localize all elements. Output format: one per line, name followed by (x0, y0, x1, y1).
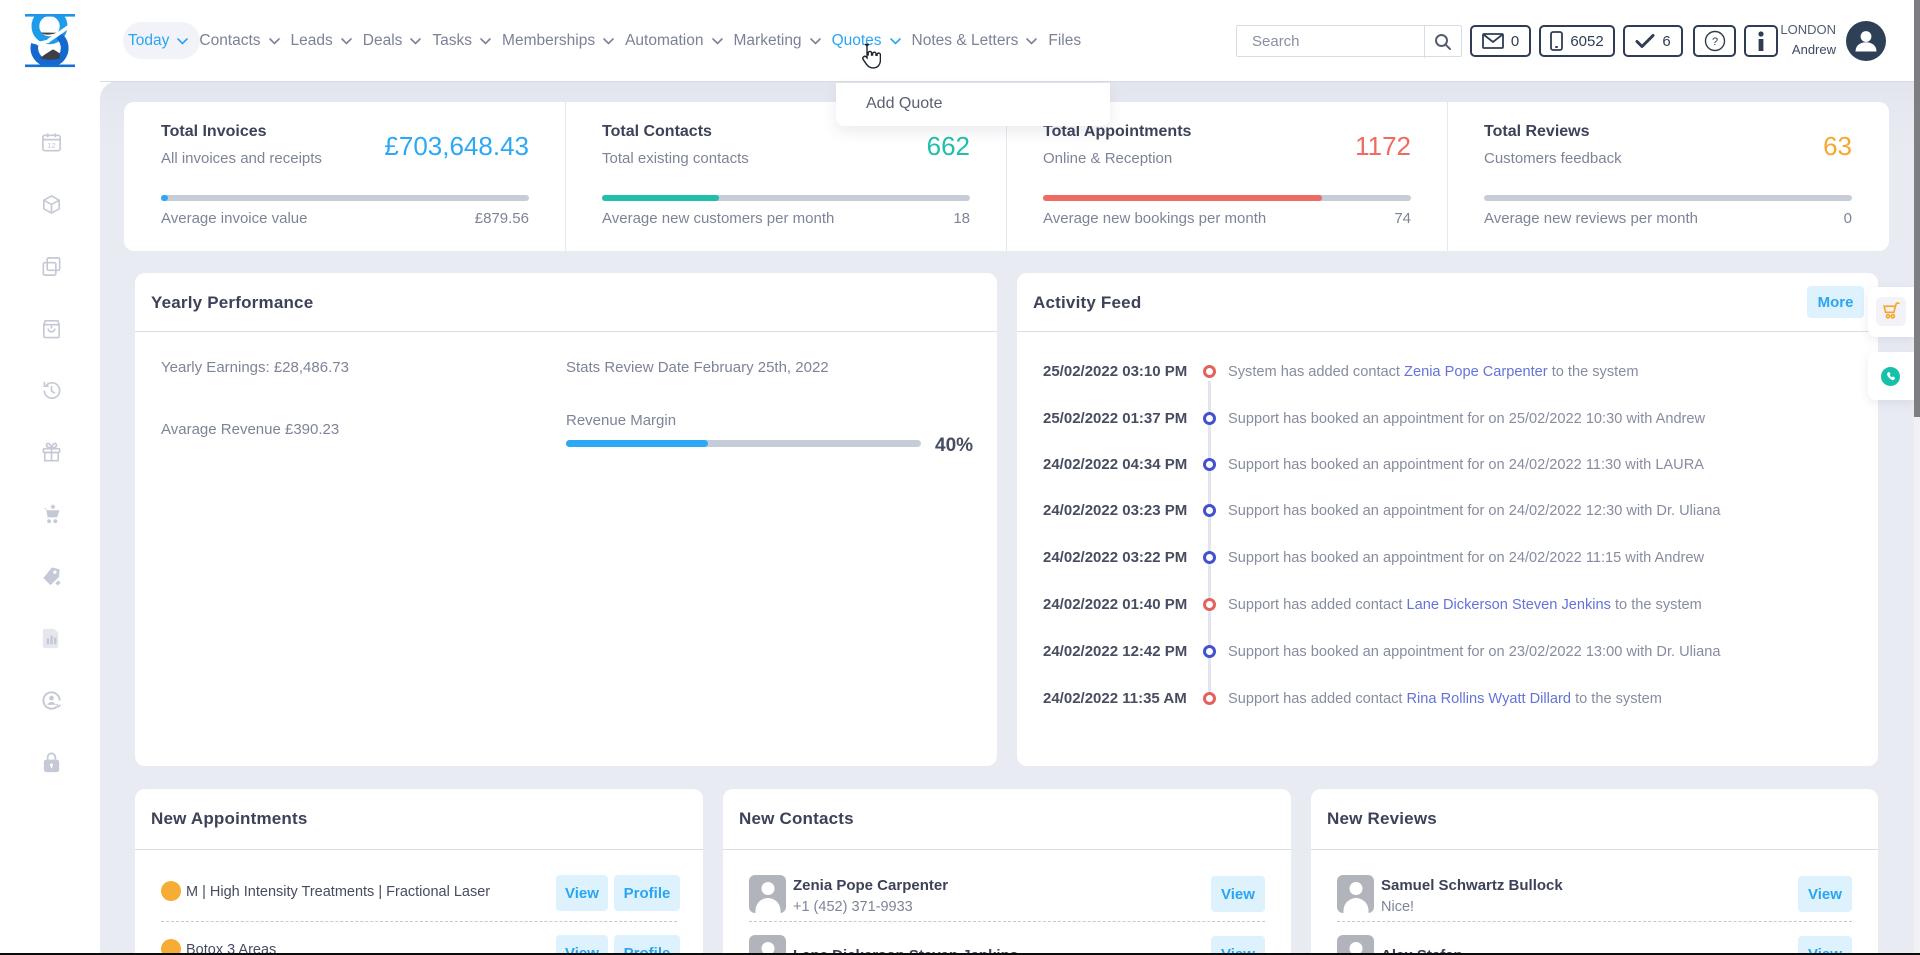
svg-text:12: 12 (47, 141, 56, 150)
svg-text:?: ? (1711, 36, 1717, 48)
